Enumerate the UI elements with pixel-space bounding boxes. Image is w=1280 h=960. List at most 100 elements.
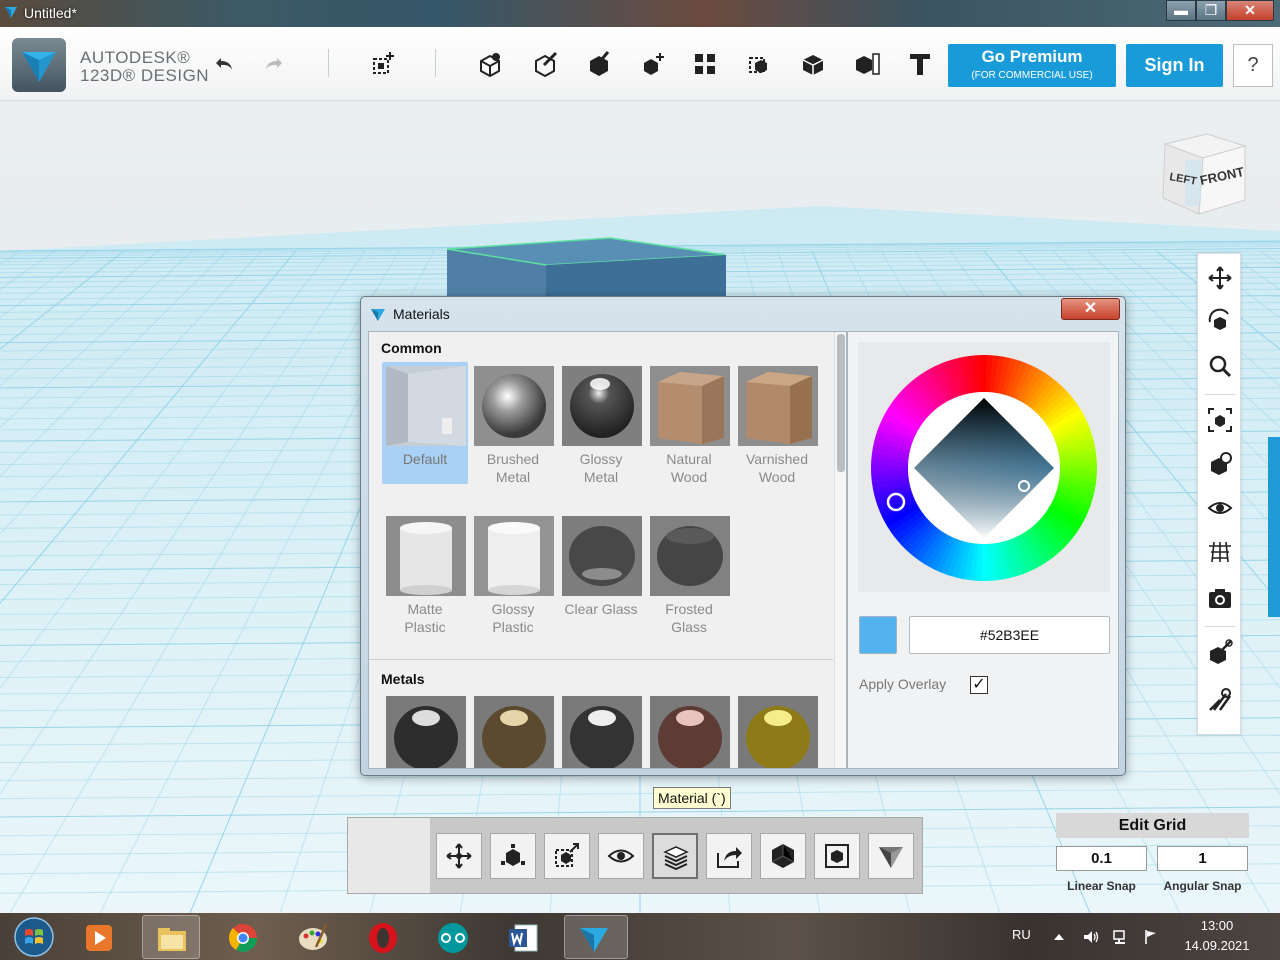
network-icon[interactable] bbox=[1112, 928, 1130, 946]
move-icon bbox=[446, 843, 472, 869]
metal-swatch-copper[interactable] bbox=[650, 696, 730, 769]
taskbar-arduino[interactable] bbox=[424, 915, 482, 959]
minimize-button[interactable]: ▬ bbox=[1166, 0, 1196, 21]
zoom-icon[interactable] bbox=[1206, 352, 1234, 380]
grid-icon[interactable] bbox=[1206, 538, 1234, 566]
angular-snap-label: Angular Snap bbox=[1163, 879, 1242, 893]
taskbar-opera[interactable] bbox=[354, 915, 412, 959]
material-thumbnail bbox=[386, 366, 466, 446]
metal-swatch-gold[interactable] bbox=[738, 696, 818, 769]
paint-brush-icon[interactable] bbox=[1206, 686, 1234, 714]
material-label: Frosted bbox=[665, 601, 713, 617]
nav-separator bbox=[1204, 394, 1236, 395]
ruler-icon[interactable] bbox=[852, 49, 882, 79]
material-thumbnail bbox=[474, 516, 554, 596]
pattern-icon[interactable] bbox=[638, 49, 668, 79]
snapshot-button[interactable] bbox=[814, 833, 860, 879]
material-matte-plastic[interactable]: Matte Plastic bbox=[382, 512, 468, 635]
material-list-scrollbar[interactable] bbox=[834, 332, 846, 768]
paint-palette-icon bbox=[299, 924, 328, 950]
metal-swatch-steel[interactable] bbox=[562, 696, 642, 769]
smart-scale-button[interactable] bbox=[490, 833, 536, 879]
modify-icon[interactable] bbox=[584, 49, 614, 79]
side-panel-tab[interactable] bbox=[1268, 437, 1280, 617]
pan-icon[interactable] bbox=[1206, 264, 1234, 292]
material-clear-glass[interactable]: Clear Glass bbox=[558, 512, 644, 634]
material-nav-icon[interactable] bbox=[1206, 638, 1234, 666]
triangle-logo-icon bbox=[879, 847, 903, 868]
linear-snap-value[interactable]: 0.1 bbox=[1056, 846, 1147, 871]
view-cube[interactable]: LEFT FRONT bbox=[1155, 130, 1251, 220]
go-premium-sublabel: (FOR COMMERCIAL USE) bbox=[971, 70, 1093, 81]
add-primitive-icon[interactable] bbox=[369, 49, 399, 79]
sketch-icon[interactable] bbox=[475, 49, 505, 79]
sign-in-button[interactable]: Sign In bbox=[1126, 44, 1223, 87]
material-label: Clear Glass bbox=[564, 601, 638, 617]
camera-icon[interactable] bbox=[1206, 584, 1234, 612]
angular-snap-value[interactable]: 1 bbox=[1157, 846, 1248, 871]
construct-icon[interactable] bbox=[530, 49, 560, 79]
color-wheel[interactable] bbox=[858, 342, 1110, 592]
taskbar-media-player[interactable] bbox=[70, 915, 128, 959]
go-premium-button[interactable]: Go Premium (FOR COMMERCIAL USE) bbox=[948, 44, 1116, 87]
apply-overlay-checkbox[interactable]: ✓ bbox=[970, 676, 988, 694]
maximize-button[interactable]: ❐ bbox=[1196, 0, 1226, 21]
app-menu-button[interactable] bbox=[12, 38, 66, 92]
material-button[interactable] bbox=[652, 833, 698, 879]
scrollbar-thumb[interactable] bbox=[837, 334, 845, 472]
smart-resize-button[interactable] bbox=[544, 833, 590, 879]
taskbar-word[interactable] bbox=[494, 915, 552, 959]
action-center-flag-icon[interactable] bbox=[1142, 928, 1160, 946]
fit-icon[interactable] bbox=[1206, 406, 1234, 434]
common-heading: Common bbox=[381, 340, 442, 356]
text-icon[interactable] bbox=[905, 49, 935, 79]
volume-icon[interactable] bbox=[1082, 928, 1100, 946]
taskbar-explorer[interactable] bbox=[142, 915, 200, 959]
hide-button[interactable] bbox=[598, 833, 644, 879]
visibility-icon[interactable] bbox=[1206, 494, 1234, 522]
dialog-close-button[interactable]: ✕ bbox=[1061, 298, 1120, 320]
measure-icon[interactable] bbox=[798, 49, 828, 79]
undo-icon[interactable] bbox=[208, 49, 238, 79]
metal-swatch-bronze[interactable] bbox=[474, 696, 554, 769]
keyboard-language[interactable]: RU bbox=[1012, 927, 1031, 942]
edit-grid-panel: Edit Grid 0.1 1 Linear Snap Angular Snap bbox=[1056, 813, 1249, 895]
material-label: Brushed bbox=[486, 451, 540, 467]
material-glossy-plastic[interactable]: Glossy Plastic bbox=[470, 512, 556, 635]
taskbar-123d-design[interactable] bbox=[564, 915, 628, 959]
clock-date[interactable]: 14.09.2021 bbox=[1175, 938, 1259, 953]
material-label: Glossy bbox=[579, 451, 623, 467]
close-window-button[interactable]: ✕ bbox=[1226, 0, 1274, 21]
metals-heading: Metals bbox=[381, 671, 425, 687]
help-button[interactable]: ? bbox=[1233, 44, 1273, 87]
taskbar-paint[interactable] bbox=[284, 915, 342, 959]
orbit-icon[interactable] bbox=[1206, 308, 1234, 336]
views-icon[interactable] bbox=[1206, 450, 1234, 478]
move-button[interactable] bbox=[436, 833, 482, 879]
mesh-button[interactable] bbox=[760, 833, 806, 879]
material-varnished-wood[interactable]: Varnished Wood bbox=[734, 362, 820, 485]
material-label: Plastic bbox=[404, 619, 446, 635]
brand-123d: 123D® DESIGN bbox=[80, 66, 210, 85]
redo-icon[interactable] bbox=[260, 49, 290, 79]
taskbar-chrome[interactable] bbox=[214, 915, 272, 959]
material-default[interactable]: Default bbox=[382, 362, 468, 484]
hex-color-input[interactable] bbox=[909, 616, 1110, 654]
windows-start-icon[interactable] bbox=[6, 916, 62, 958]
material-brushed-metal[interactable]: Brushed Metal bbox=[470, 362, 556, 485]
combine-icon[interactable] bbox=[745, 49, 775, 79]
clock-time[interactable]: 13:00 bbox=[1175, 918, 1259, 933]
material-label: Default bbox=[402, 451, 448, 467]
opera-icon bbox=[369, 923, 397, 953]
title-bar: Untitled* ▬ ❐ ✕ bbox=[0, 0, 1280, 27]
material-glossy-metal[interactable]: Glossy Metal bbox=[558, 362, 644, 485]
edit-grid-button[interactable]: Edit Grid bbox=[1056, 813, 1249, 838]
material-natural-wood[interactable]: Natural Wood bbox=[646, 362, 732, 485]
metal-swatch-chrome[interactable] bbox=[386, 696, 466, 769]
grouping-icon[interactable] bbox=[690, 49, 720, 79]
share-button[interactable] bbox=[706, 833, 752, 879]
material-frosted-glass[interactable]: Frosted Glass bbox=[646, 512, 732, 635]
chrome-icon bbox=[228, 924, 257, 952]
tray-arrow-icon[interactable] bbox=[1050, 928, 1068, 946]
view-options-button[interactable] bbox=[868, 833, 914, 879]
